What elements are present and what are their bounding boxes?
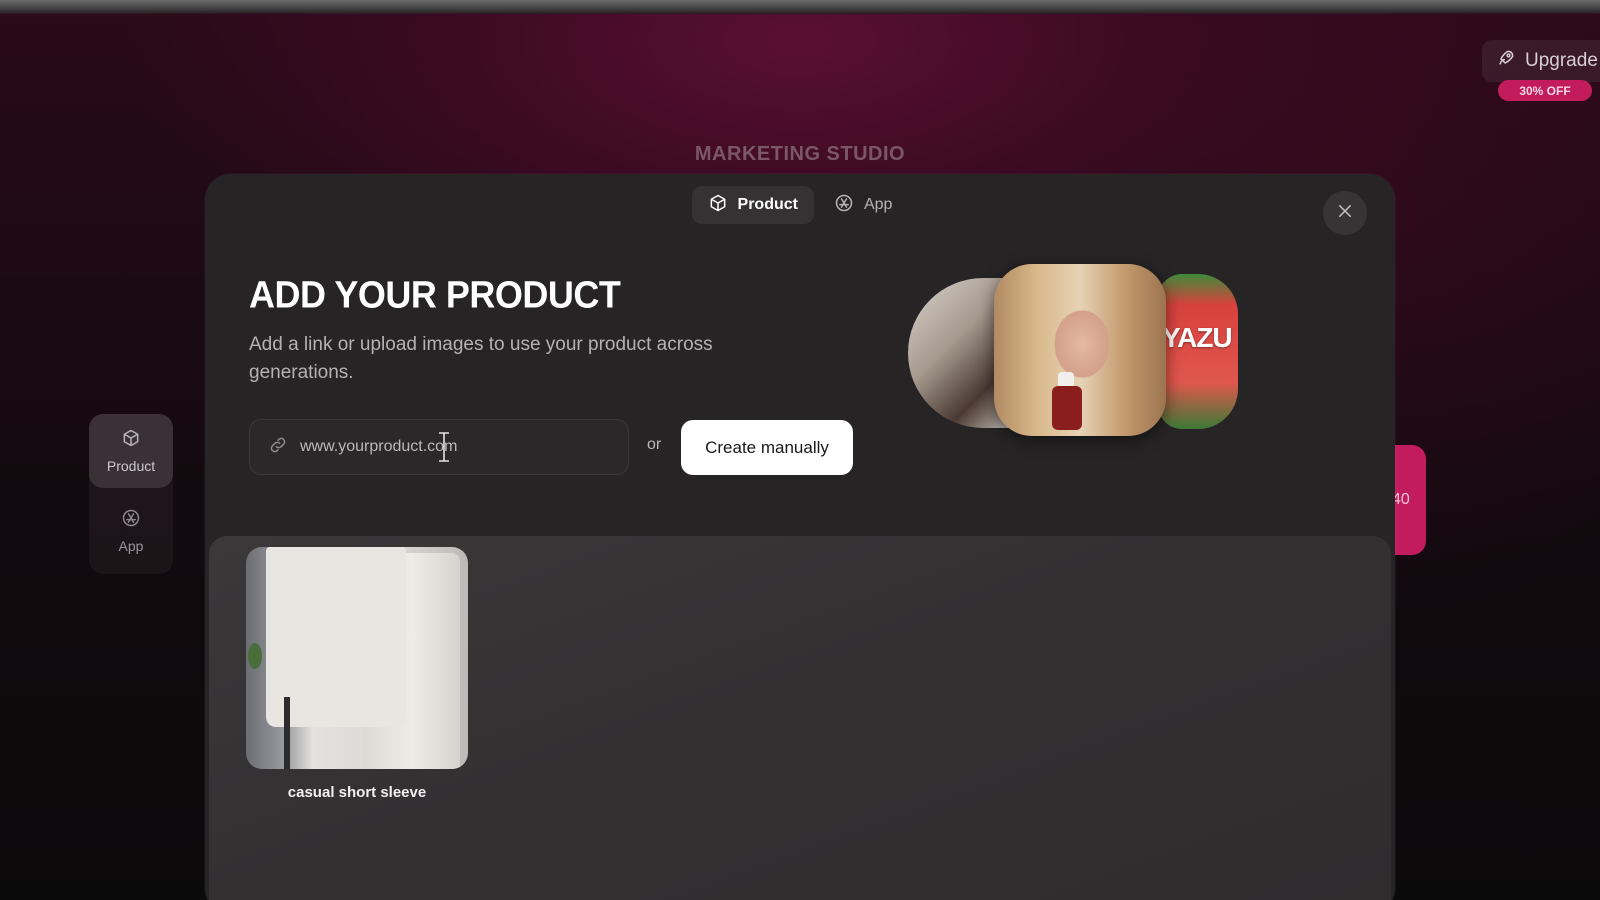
side-nav-item-app[interactable]: App	[89, 494, 173, 568]
products-panel: casual short sleeve	[209, 536, 1391, 900]
rocket-icon	[1496, 48, 1516, 74]
discount-badge: 30% OFF	[1498, 80, 1592, 101]
collage-image-center	[994, 264, 1166, 436]
app-store-icon	[834, 193, 854, 218]
modal-tabs: Product App	[205, 186, 1395, 224]
clothing-stand	[284, 697, 290, 769]
side-nav: Product App	[89, 414, 173, 574]
upgrade-button[interactable]: Upgrade	[1482, 40, 1600, 82]
create-manually-button[interactable]: Create manually	[681, 420, 853, 475]
example-collage: YAZU	[908, 264, 1253, 444]
upgrade-label: Upgrade	[1525, 50, 1598, 71]
tab-product[interactable]: Product	[691, 186, 814, 224]
studio-title: MARKETING STUDIO	[694, 143, 906, 165]
side-nav-label: Product	[106, 458, 156, 474]
text-cursor-icon	[439, 432, 449, 462]
modal-heading: ADD YOUR PRODUCT	[249, 272, 621, 316]
collage-image-right: YAZU	[1158, 274, 1238, 429]
close-button[interactable]	[1323, 191, 1367, 235]
product-card[interactable]: casual short sleeve	[246, 547, 468, 801]
serum-bottle	[1052, 386, 1082, 430]
side-nav-label: App	[118, 538, 144, 554]
close-icon	[1336, 202, 1354, 225]
or-separator: or	[647, 436, 662, 453]
tab-label: App	[863, 196, 893, 213]
product-thumbnail[interactable]	[246, 547, 468, 769]
side-nav-item-product[interactable]: Product	[89, 414, 173, 488]
collage-brand-text: YAZU	[1162, 322, 1233, 353]
link-icon	[268, 435, 288, 460]
modal-description: Add a link or upload images to use your …	[249, 334, 713, 383]
add-product-modal: Product App ADD YOUR PRODUCT Add a link …	[205, 174, 1395, 900]
plant-decoration	[248, 643, 262, 669]
cube-icon	[121, 428, 141, 451]
browser-top-bar	[0, 0, 1600, 14]
tab-app[interactable]: App	[818, 186, 908, 224]
product-name: casual short sleeve	[287, 784, 427, 801]
app-store-icon	[121, 508, 141, 531]
tab-label: Product	[737, 196, 798, 213]
cube-icon	[708, 193, 728, 218]
